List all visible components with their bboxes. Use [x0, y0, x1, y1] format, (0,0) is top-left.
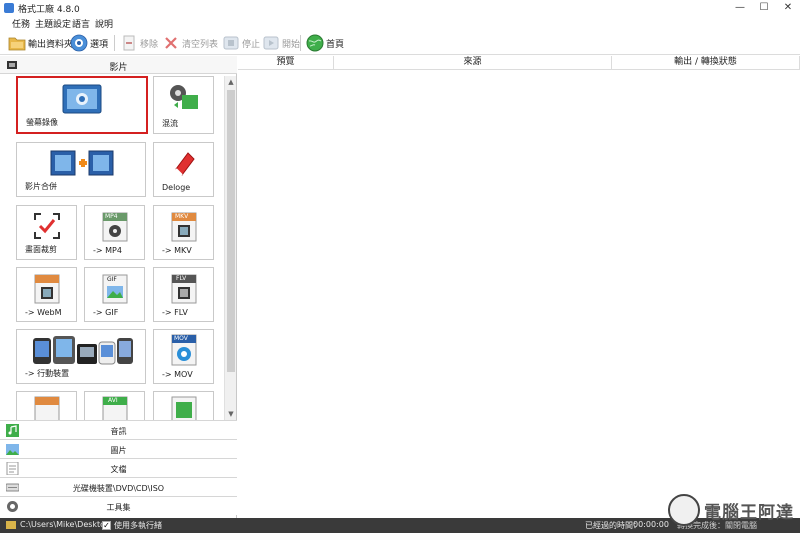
output-folder-button[interactable]: 輸出資料夾 [8, 33, 73, 53]
scroll-thumb[interactable] [227, 90, 235, 372]
remove-icon [123, 35, 135, 51]
task-list: 預覽 來源 輸出 / 轉換狀態 [238, 56, 800, 518]
column-preview[interactable]: 預覽 [238, 56, 334, 70]
tile-image-video[interactable] [153, 391, 214, 420]
globe-icon [306, 34, 324, 52]
mascot-face-icon [668, 494, 700, 526]
tile-mp4[interactable]: MP4 -> MP4 [84, 205, 145, 260]
multithread-checkbox[interactable]: ✓ [102, 521, 111, 530]
menu-theme[interactable]: 主題設定 [35, 17, 71, 30]
crop-check-icon [34, 213, 60, 239]
start-icon [263, 36, 279, 50]
mkv-badge: MKV [175, 213, 189, 220]
function-panel: 影片 螢幕錄像 混流 影片合併 Deloge 畫面裁剪 MP4 -> MP4 M… [0, 56, 237, 518]
tile-webm[interactable]: -> WebM [16, 267, 77, 322]
mov-badge: MOV [174, 335, 188, 342]
video-tiles: 螢幕錄像 混流 影片合併 Deloge 畫面裁剪 MP4 -> MP4 MKV … [0, 76, 224, 420]
tile-flv[interactable]: FLV -> FLV [153, 267, 214, 322]
output-path[interactable]: C:\Users\Mike\Desktop [20, 520, 110, 529]
folder-icon [6, 521, 16, 529]
menu-bar: 任務 主題設定 語言 說明 [0, 16, 800, 30]
toolbar: 輸出資料夾 選項 移除 清空列表 停止 開始 首頁 [0, 31, 800, 55]
column-source[interactable]: 來源 [334, 56, 612, 70]
maximize-button[interactable]: ☐ [752, 0, 776, 16]
gif-badge: GIF [107, 276, 117, 283]
tile-mkv[interactable]: MKV -> MKV [153, 205, 214, 260]
menu-task[interactable]: 任務 [12, 17, 30, 30]
toolbar-divider [114, 35, 115, 51]
webm-file-icon [34, 274, 60, 304]
window-title: 格式工廠 4.8.0 [18, 5, 80, 15]
category-rom[interactable]: 光碟機裝置\DVD\CD\ISO [0, 477, 237, 496]
scroll-up-icon[interactable]: ▲ [225, 76, 237, 88]
category-audio[interactable]: 音訊 [0, 420, 237, 439]
category-image[interactable]: 圖片 [0, 439, 237, 458]
options-gear-icon [70, 34, 88, 52]
column-output-status[interactable]: 輸出 / 轉換狀態 [612, 56, 800, 70]
tile-screen-record[interactable]: 螢幕錄像 [16, 76, 148, 134]
tile-scrollbar[interactable]: ▲ ▼ [224, 76, 236, 420]
tile-gif[interactable]: GIF -> GIF [84, 267, 145, 322]
start-button[interactable]: 開始 [262, 33, 300, 53]
remove-button[interactable]: 移除 [120, 33, 158, 53]
tile-format-partial[interactable] [16, 391, 77, 420]
folder-icon [8, 37, 26, 51]
avi-badge: AVI [108, 397, 118, 404]
tile-remux[interactable]: 混流 [153, 76, 214, 134]
category-document[interactable]: 文檔 [0, 458, 237, 477]
tile-mobile[interactable]: -> 行動裝置 [16, 329, 146, 384]
scroll-down-icon[interactable]: ▼ [225, 408, 237, 420]
watermark: 電腦王阿達 [668, 492, 798, 532]
homepage-button[interactable]: 首頁 [306, 33, 344, 53]
tile-mov[interactable]: MOV -> MOV [153, 329, 214, 384]
multithread-label: 使用多執行緒 [114, 521, 162, 530]
tile-crop[interactable]: 畫面裁剪 [16, 205, 77, 260]
video-file-icon [34, 396, 60, 420]
image-file-icon [171, 396, 197, 420]
close-button[interactable]: ✕ [776, 0, 800, 16]
remux-icon [170, 85, 198, 109]
flv-badge: FLV [176, 275, 187, 282]
screen-record-icon [62, 84, 102, 114]
options-button[interactable]: 選項 [70, 33, 108, 53]
app-icon [4, 3, 14, 13]
stop-icon [223, 36, 239, 50]
mobile-devices-icon [33, 336, 133, 365]
stop-button[interactable]: 停止 [222, 33, 260, 53]
watermark-text: 電腦王阿達 [704, 503, 794, 523]
menu-help[interactable]: 說明 [95, 17, 113, 30]
eraser-icon [175, 152, 195, 176]
mp4-badge: MP4 [105, 213, 118, 220]
toolbar-divider [300, 35, 301, 51]
title-bar: 格式工廠 4.8.0 — ☐ ✕ [0, 0, 800, 16]
clear-list-button[interactable]: 清空列表 [162, 33, 218, 53]
clear-x-icon [165, 37, 177, 49]
menu-language[interactable]: 語言 [72, 17, 90, 30]
tile-video-join[interactable]: 影片合併 [16, 142, 146, 197]
tile-avi[interactable]: AVI [84, 391, 145, 420]
category-tools[interactable]: 工具集 [0, 496, 237, 515]
elapsed-time: 00:00:00 [633, 520, 669, 529]
tile-deloge[interactable]: Deloge [153, 142, 214, 197]
video-join-icon [50, 150, 114, 176]
minimize-button[interactable]: — [728, 0, 752, 16]
category-video[interactable]: 影片 [0, 56, 237, 74]
